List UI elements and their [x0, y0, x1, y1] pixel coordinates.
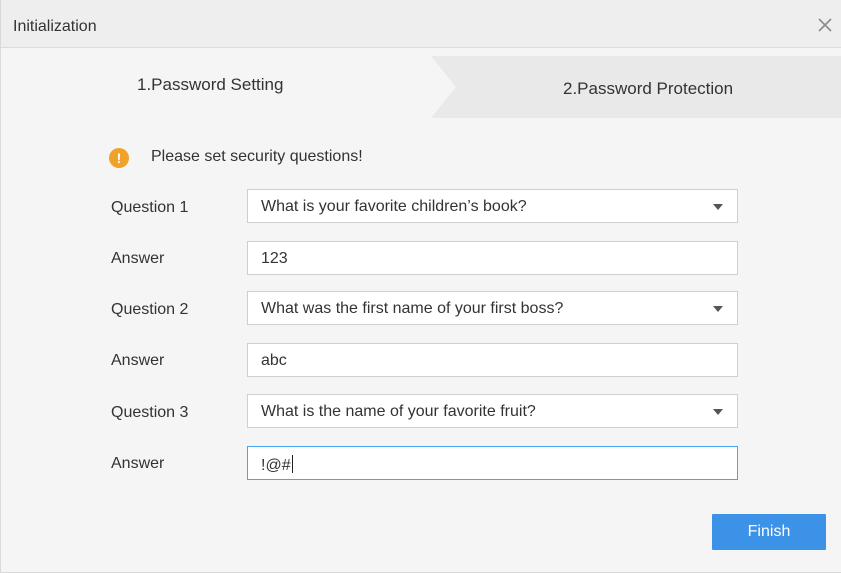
question-1-value: What is your favorite children’s book? [261, 198, 527, 215]
answer-1-label: Answer [111, 250, 165, 267]
question-3-label: Question 3 [111, 404, 189, 421]
answer-1-value: 123 [261, 250, 288, 267]
answer-2-label: Answer [111, 352, 165, 369]
answer-2-value: abc [261, 352, 287, 369]
text-cursor [291, 455, 293, 473]
step-2-label: 2.Password Protection [563, 79, 734, 98]
answer-3-input[interactable]: !@# [247, 446, 738, 480]
warning-icon: ! [109, 148, 129, 168]
question-3-select[interactable]: What is the name of your favorite fruit? [247, 394, 738, 428]
question-1-label: Question 1 [111, 199, 189, 216]
answer-3-label: Answer [111, 455, 165, 472]
finish-button[interactable]: Finish [712, 514, 826, 550]
answer-1-input[interactable]: 123 [247, 241, 738, 275]
window-title: Initialization [13, 18, 97, 35]
chevron-down-icon [713, 306, 723, 312]
answer-2-input[interactable]: abc [247, 343, 738, 377]
step-1-label: 1.Password Setting [137, 75, 284, 94]
question-2-value: What was the first name of your first bo… [261, 300, 564, 317]
notice-message: Please set security questions! [151, 148, 363, 165]
chevron-down-icon [713, 409, 723, 415]
answer-3-value: !@# [261, 457, 291, 474]
close-icon[interactable] [814, 14, 836, 36]
title-bar: Initialization [1, 0, 841, 48]
question-2-select[interactable]: What was the first name of your first bo… [247, 291, 738, 325]
question-2-label: Question 2 [111, 301, 189, 318]
initialization-dialog: Initialization 1.Password Setting 2.Pass… [0, 0, 841, 573]
chevron-down-icon [713, 204, 723, 210]
question-3-value: What is the name of your favorite fruit? [261, 403, 536, 420]
answer-3-text: !@# [261, 455, 293, 475]
step-indicator: 1.Password Setting 2.Password Protection [1, 56, 841, 118]
question-1-select[interactable]: What is your favorite children’s book? [247, 189, 738, 223]
